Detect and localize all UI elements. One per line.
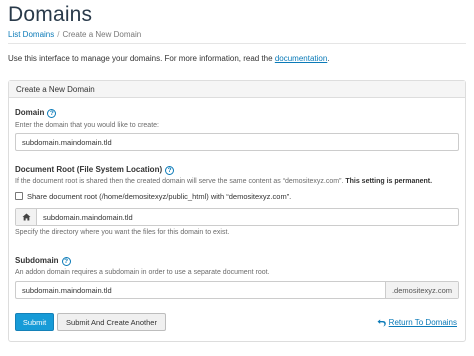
breadcrumb: List Domains / Create a New Domain [8, 30, 141, 39]
intro-text: Use this interface to manage your domain… [8, 54, 330, 63]
docroot-label-text: Document Root (File System Location) [15, 165, 163, 174]
breadcrumb-separator: / [57, 30, 60, 39]
panel-heading: Create a New Domain [9, 81, 465, 98]
home-icon [16, 209, 37, 225]
docroot-input-group: subdomain.maindomain.tld [15, 208, 459, 226]
docroot-hint: If the document root is shared then the … [15, 178, 432, 185]
subdomain-suffix: .demositexyz.com [384, 282, 458, 298]
return-arrow-icon [377, 318, 386, 326]
docroot-hint-end: . [430, 178, 433, 185]
intro-text-end: . [327, 54, 330, 63]
return-to-domains-label[interactable]: Return To Domains [389, 318, 457, 327]
domain-hint: Enter the domain that you would like to … [15, 122, 159, 129]
return-to-domains-link[interactable]: Return To Domains [377, 318, 457, 327]
submit-and-create-another-button[interactable]: Submit And Create Another [57, 313, 166, 331]
domain-input[interactable]: subdomain.maindomain.tld [15, 133, 459, 151]
question-circle-icon[interactable]: ? [165, 166, 175, 175]
question-circle-icon[interactable]: ? [47, 109, 57, 118]
question-circle-icon[interactable]: ? [61, 257, 71, 266]
domain-label: Domain? [15, 108, 57, 118]
breadcrumb-list-domains[interactable]: List Domains [8, 30, 54, 39]
subdomain-label: Subdomain? [15, 256, 71, 266]
docroot-specify-hint: Specify the directory where you want the… [15, 229, 230, 236]
docroot-hint-text: If the document root is shared then the … [15, 178, 344, 185]
subdomain-label-text: Subdomain [15, 256, 59, 265]
header-divider [8, 43, 466, 44]
share-docroot-checkbox[interactable] [15, 192, 23, 200]
docroot-label: Document Root (File System Location)? [15, 165, 175, 175]
subdomain-input-group: subdomain.maindomain.tld .demositexyz.co… [15, 281, 459, 299]
breadcrumb-current: Create a New Domain [62, 30, 142, 39]
submit-button[interactable]: Submit [15, 313, 54, 331]
subdomain-hint: An addon domain requires a subdomain in … [15, 269, 270, 276]
docroot-hint-bold: This setting is permanent [345, 178, 431, 185]
documentation-link[interactable]: documentation [275, 54, 327, 63]
subdomain-input[interactable]: subdomain.maindomain.tld [16, 282, 385, 298]
share-docroot-row[interactable]: Share document root (/home/demositexyz/p… [15, 192, 291, 201]
share-docroot-label[interactable]: Share document root (/home/demositexyz/p… [27, 192, 291, 201]
page-title: Domains [8, 3, 93, 26]
domain-label-text: Domain [15, 108, 45, 117]
intro-text-body: Use this interface to manage your domain… [8, 54, 273, 63]
docroot-input[interactable]: subdomain.maindomain.tld [37, 209, 458, 225]
